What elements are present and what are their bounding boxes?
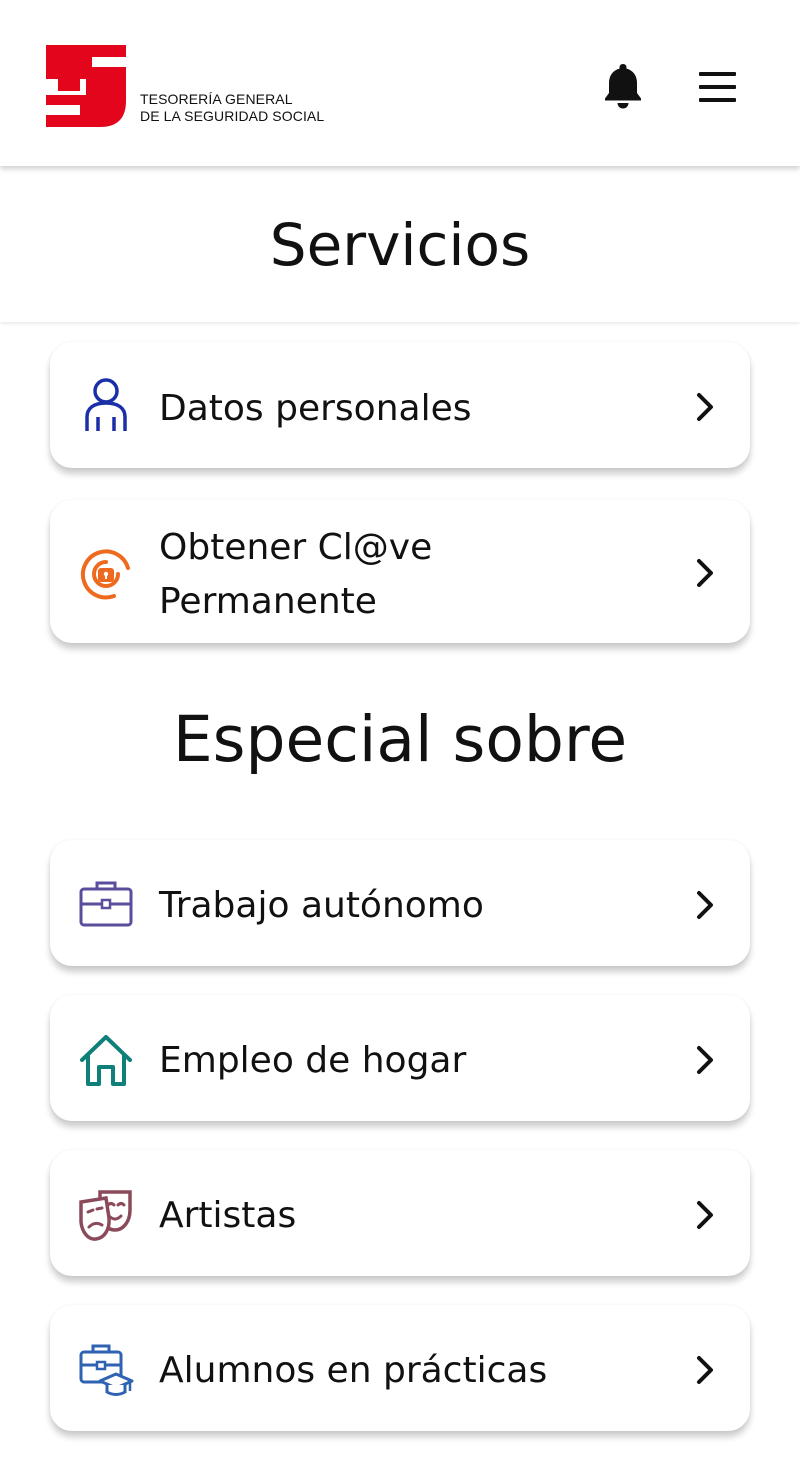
briefcase-icon (79, 881, 133, 927)
chevron-right-icon (697, 393, 713, 421)
student-briefcase-icon (79, 1344, 134, 1396)
service-label: Datos personales (159, 388, 472, 429)
bell-icon[interactable] (602, 62, 644, 110)
clave-at-icon (80, 549, 130, 600)
special-card-artistas[interactable]: Artistas (50, 1150, 750, 1276)
house-icon (80, 1035, 132, 1086)
tgss-logo-icon (46, 45, 126, 127)
service-card-clave-permanente[interactable]: Obtener Cl@ve Permanente (50, 500, 750, 643)
service-label-line-2: Permanente (159, 581, 377, 622)
chevron-right-icon (697, 1201, 713, 1229)
section-title-especial: Especial sobre (172, 703, 628, 776)
chevron-right-icon (697, 1356, 713, 1384)
special-label: Empleo de hogar (159, 1040, 467, 1081)
logo-line-1: TESORERÍA GENERAL (140, 91, 293, 107)
person-icon (85, 378, 127, 431)
special-label: Artistas (159, 1195, 297, 1236)
page-title: Servicios (269, 211, 531, 279)
special-label: Trabajo autónomo (159, 885, 484, 926)
logo-line-2: DE LA SEGURIDAD SOCIAL (140, 108, 325, 124)
theater-masks-icon (79, 1190, 132, 1241)
hamburger-menu-icon[interactable] (696, 70, 740, 104)
chevron-right-icon (697, 1046, 713, 1074)
service-label-line-1: Obtener Cl@ve (159, 527, 433, 568)
service-card-datos-personales[interactable]: Datos personales (50, 342, 750, 468)
special-label: Alumnos en prácticas (159, 1350, 548, 1391)
special-card-alumnos-practicas[interactable]: Alumnos en prácticas (50, 1305, 750, 1431)
special-card-empleo-hogar[interactable]: Empleo de hogar (50, 995, 750, 1121)
chevron-right-icon (697, 891, 713, 919)
app-header: TESORERÍA GENERAL DE LA SEGURIDAD SOCIAL (0, 0, 800, 166)
logo-text: TESORERÍA GENERAL DE LA SEGURIDAD SOCIAL (140, 91, 324, 125)
special-card-trabajo-autonomo[interactable]: Trabajo autónomo (50, 840, 750, 966)
chevron-right-icon (697, 559, 713, 587)
